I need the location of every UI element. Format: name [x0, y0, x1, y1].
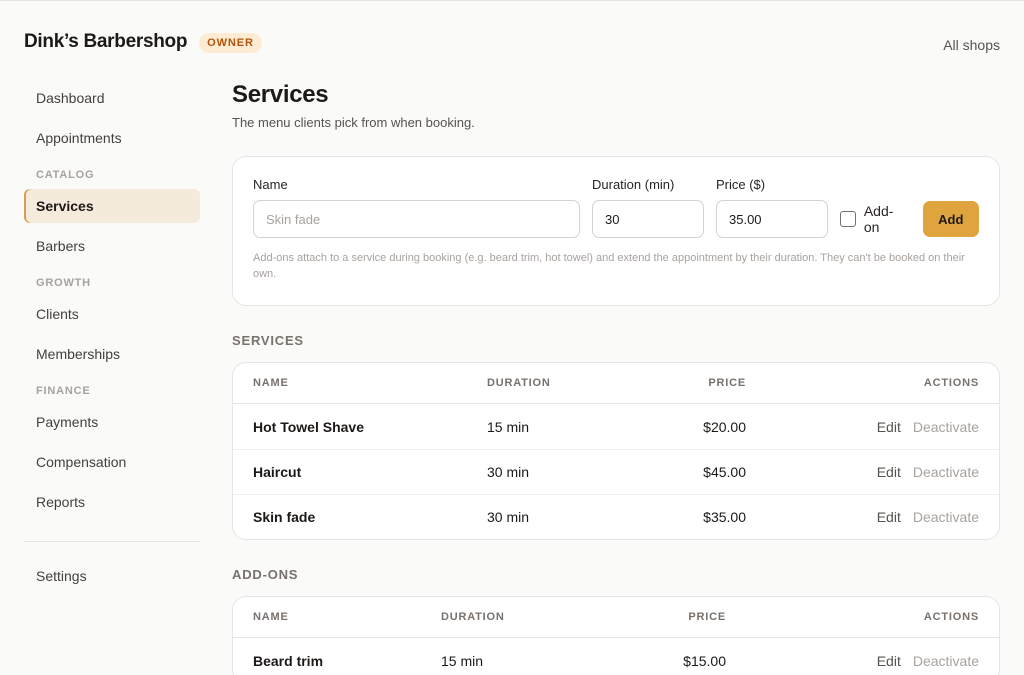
duration-field: Duration (min): [592, 177, 704, 238]
services-table: NAME DURATION PRICE ACTIONS Hot Towel Sh…: [232, 362, 1000, 540]
addon-price: $15.00: [683, 652, 726, 669]
page-title: Services: [232, 81, 329, 108]
table-row: Beard trim 15 min $15.00 Edit Deactivate: [233, 638, 999, 675]
addon-duration: 15 min: [441, 652, 484, 669]
col-price: PRICE: [688, 611, 726, 623]
addons-section-title: ADD-ONS: [232, 567, 299, 582]
price-input[interactable]: [716, 200, 828, 238]
page-subtitle: The menu clients pick from when booking.: [232, 115, 475, 130]
service-price: $20.00: [703, 418, 746, 435]
add-service-form: Name Duration (min) Price ($) Add-on Add…: [232, 156, 1000, 306]
sidebar-item-barbers[interactable]: Barbers: [24, 229, 200, 263]
sidebar-item-appointments[interactable]: Appointments: [24, 121, 200, 155]
col-actions: ACTIONS: [923, 611, 979, 623]
table-row: Skin fade 30 min $35.00 Edit Deactivate: [233, 494, 999, 539]
col-duration: DURATION: [441, 611, 505, 623]
addon-name: Beard trim: [253, 652, 324, 669]
name-label: Name: [253, 177, 288, 192]
table-header: NAME DURATION PRICE ACTIONS: [233, 363, 999, 404]
role-badge: OWNER: [199, 33, 262, 53]
sidebar-group-growth: GROWTH: [36, 277, 91, 289]
name-input[interactable]: [253, 200, 580, 238]
price-label: Price ($): [716, 177, 766, 192]
col-actions: ACTIONS: [923, 377, 979, 389]
sidebar-item-compensation[interactable]: Compensation: [24, 445, 200, 479]
table-row: Haircut 30 min $45.00 Edit Deactivate: [233, 449, 999, 494]
addons-table: NAME DURATION PRICE ACTIONS Beard trim 1…: [232, 596, 1000, 675]
deactivate-button[interactable]: Deactivate: [913, 464, 979, 480]
edit-button[interactable]: Edit: [877, 464, 901, 480]
sidebar: Dashboard Appointments CATALOG Services …: [24, 81, 200, 599]
service-price: $35.00: [703, 509, 746, 525]
row-actions: Edit Deactivate: [877, 653, 979, 669]
deactivate-button[interactable]: Deactivate: [913, 653, 979, 669]
deactivate-button[interactable]: Deactivate: [913, 509, 979, 525]
sidebar-item-payments[interactable]: Payments: [24, 405, 200, 439]
brand: Dink’s Barbershop OWNER: [24, 31, 262, 53]
sidebar-item-clients[interactable]: Clients: [24, 297, 200, 331]
price-field: Price ($): [716, 177, 828, 238]
addon-hint: Add-ons attach to a service during booki…: [253, 252, 965, 280]
edit-button[interactable]: Edit: [877, 509, 901, 525]
addon-label: Add-on: [863, 203, 894, 235]
addon-checkbox[interactable]: [840, 211, 856, 227]
addon-toggle[interactable]: Add-on: [840, 200, 909, 238]
col-name: NAME: [253, 611, 289, 623]
edit-button[interactable]: Edit: [877, 419, 901, 435]
service-name: Hot Towel Shave: [253, 418, 364, 435]
name-field: Name: [253, 177, 580, 238]
sidebar-item-memberships[interactable]: Memberships: [24, 337, 200, 371]
service-price: $45.00: [703, 464, 746, 480]
row-actions: Edit Deactivate: [877, 464, 979, 480]
service-name: Haircut: [253, 464, 302, 480]
main-content: Services The menu clients pick from when…: [232, 81, 1000, 675]
edit-button[interactable]: Edit: [877, 653, 901, 669]
service-duration: 30 min: [487, 464, 530, 480]
col-name: NAME: [253, 377, 289, 389]
deactivate-button[interactable]: Deactivate: [913, 419, 979, 435]
sidebar-item-reports[interactable]: Reports: [24, 485, 200, 519]
sidebar-group-catalog: CATALOG: [36, 169, 95, 181]
service-name: Skin fade: [253, 509, 316, 525]
add-button[interactable]: Add: [922, 201, 979, 237]
all-shops-link[interactable]: All shops: [943, 37, 1000, 53]
row-actions: Edit Deactivate: [877, 509, 979, 525]
service-duration: 30 min: [487, 509, 530, 525]
shop-name: Dink’s Barbershop: [24, 31, 188, 52]
sidebar-divider: [24, 541, 200, 542]
service-duration: 15 min: [487, 418, 530, 435]
sidebar-item-services[interactable]: Services: [24, 189, 200, 223]
col-duration: DURATION: [487, 377, 551, 389]
duration-input[interactable]: [592, 200, 704, 238]
col-price: PRICE: [708, 377, 746, 389]
table-header: NAME DURATION PRICE ACTIONS: [233, 597, 999, 638]
duration-label: Duration (min): [592, 177, 675, 192]
services-section-title: SERVICES: [232, 333, 304, 348]
sidebar-group-finance: FINANCE: [36, 385, 91, 397]
sidebar-item-dashboard[interactable]: Dashboard: [24, 81, 200, 115]
table-row: Hot Towel Shave 15 min $20.00 Edit Deact…: [233, 404, 999, 449]
sidebar-item-settings[interactable]: Settings: [24, 559, 200, 593]
row-actions: Edit Deactivate: [877, 419, 979, 435]
